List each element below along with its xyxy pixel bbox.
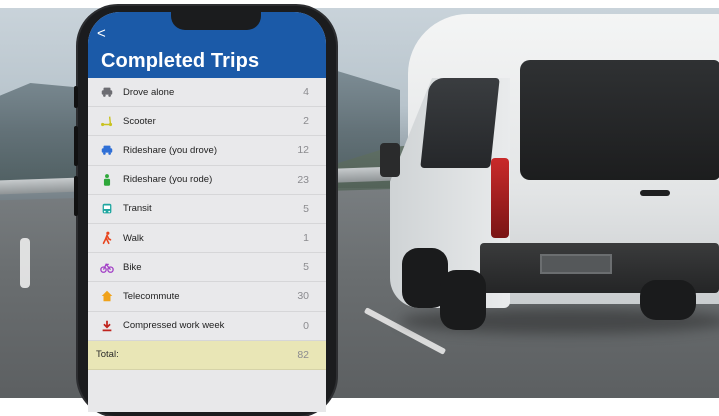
trip-row: Scooter 2 bbox=[88, 107, 326, 137]
trip-count: 5 bbox=[303, 202, 309, 215]
trip-count: 4 bbox=[303, 86, 309, 99]
phone-notch bbox=[171, 12, 261, 30]
car-icon bbox=[100, 85, 114, 99]
trip-count: 12 bbox=[297, 144, 309, 157]
trip-list: Drove alone 4 Scooter 2 Rideshare (you drove… bbox=[88, 78, 326, 370]
trip-row: Drove alone 4 bbox=[88, 78, 326, 108]
van-rear-window bbox=[520, 60, 719, 180]
total-row: Total: 82 bbox=[88, 340, 326, 370]
white-van bbox=[380, 8, 719, 334]
trip-label: Rideshare (you drove) bbox=[123, 144, 217, 156]
trip-row: Transit 5 bbox=[88, 194, 326, 224]
trip-count: 0 bbox=[303, 319, 309, 332]
phone-mockup: < Completed Trips Drove alone 4 Scooter 2 Ri… bbox=[74, 6, 336, 416]
trip-count: 1 bbox=[303, 232, 309, 245]
van-wheel bbox=[640, 280, 696, 320]
bike-icon bbox=[100, 260, 114, 274]
van-mirror bbox=[380, 143, 400, 177]
van-taillight bbox=[491, 158, 509, 238]
trip-label: Telecommute bbox=[123, 290, 180, 302]
trip-label: Compressed work week bbox=[123, 320, 225, 332]
home-icon bbox=[100, 289, 114, 303]
van-door-handle bbox=[640, 190, 670, 196]
trip-count: 5 bbox=[303, 261, 309, 274]
trip-row: Bike 5 bbox=[88, 253, 326, 283]
trip-label: Walk bbox=[123, 232, 144, 244]
trip-label: Transit bbox=[123, 203, 152, 215]
trip-count: 30 bbox=[297, 290, 309, 303]
car-icon bbox=[100, 143, 114, 157]
trip-label: Scooter bbox=[123, 115, 156, 127]
phone-screen: < Completed Trips Drove alone 4 Scooter 2 Ri… bbox=[88, 12, 326, 412]
page-title: Completed Trips bbox=[101, 50, 260, 72]
phone-side-button bbox=[74, 126, 78, 166]
trip-row: Walk 1 bbox=[88, 223, 326, 254]
trip-label: Rideshare (you rode) bbox=[123, 174, 213, 186]
trip-row: Telecommute 30 bbox=[88, 282, 326, 312]
van-license-plate bbox=[540, 254, 612, 274]
trip-row: Compressed work week 0 bbox=[88, 311, 326, 341]
phone-side-button bbox=[74, 86, 78, 108]
total-label: Total: bbox=[96, 349, 119, 361]
walk-icon bbox=[100, 231, 114, 245]
trip-row: Rideshare (you rode) 23 bbox=[88, 165, 326, 195]
scooter-icon bbox=[100, 114, 114, 128]
phone-side-button bbox=[74, 176, 78, 216]
trip-label: Bike bbox=[123, 261, 142, 273]
bus-icon bbox=[100, 202, 114, 216]
download-icon bbox=[100, 319, 114, 333]
person-icon bbox=[100, 173, 114, 187]
trip-row: Rideshare (you drove) 12 bbox=[88, 136, 326, 166]
van-side-window bbox=[420, 78, 500, 168]
total-value: 82 bbox=[297, 348, 309, 361]
trip-count: 2 bbox=[303, 115, 309, 128]
back-button[interactable]: < bbox=[97, 26, 106, 41]
van-wheel bbox=[440, 270, 486, 330]
trip-count: 23 bbox=[297, 173, 309, 186]
lane-marking bbox=[20, 238, 30, 288]
trip-label: Drove alone bbox=[123, 86, 175, 98]
